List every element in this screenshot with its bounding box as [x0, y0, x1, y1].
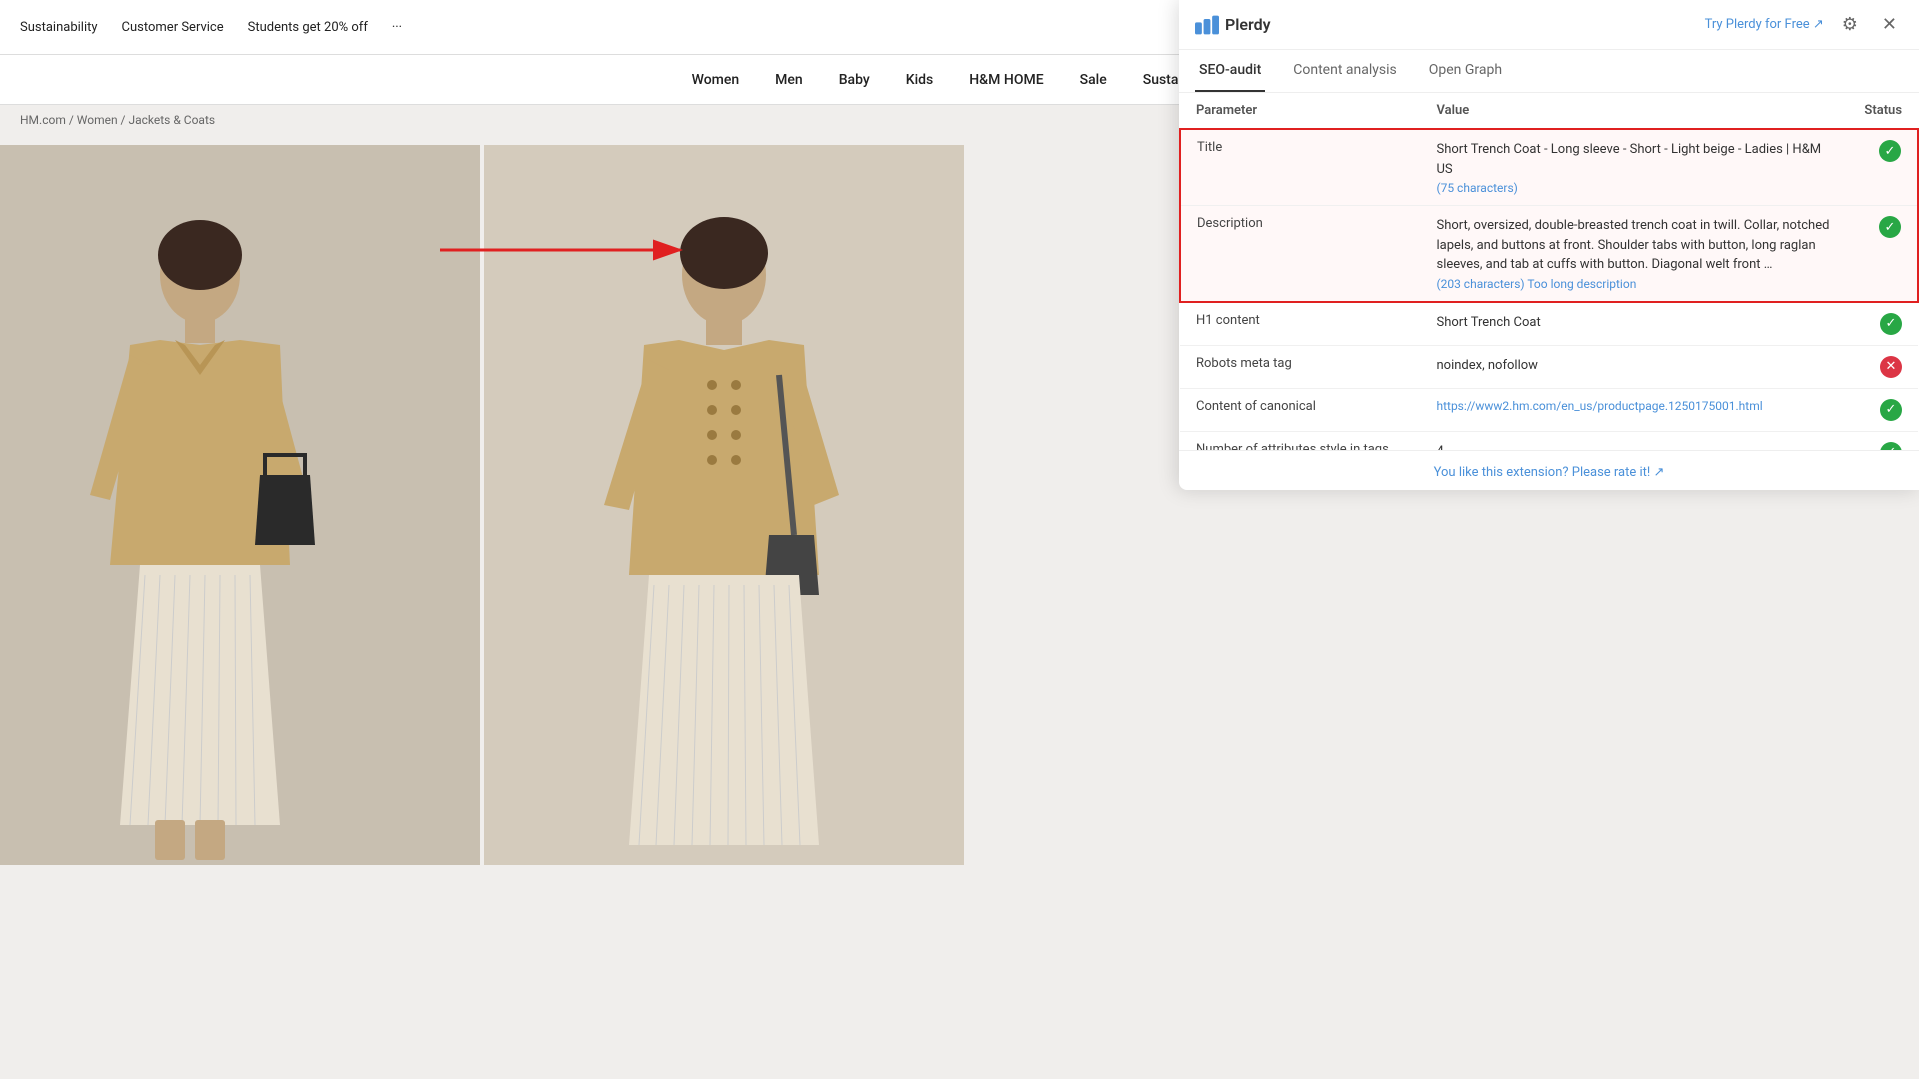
topbar-more[interactable]: ··· [392, 20, 402, 35]
row-value: noindex, nofollow [1420, 345, 1848, 388]
try-plerdy-link[interactable]: Try Plerdy for Free ↗ [1705, 17, 1824, 32]
plerdy-panel: Plerdy Try Plerdy for Free ↗ ⚙ ✕ SEO-aud… [1179, 0, 1919, 490]
table-row: TitleShort Trench Coat - Long sleeve - S… [1180, 129, 1918, 206]
row-parameter: H1 content [1180, 302, 1420, 346]
tab-content-analysis[interactable]: Content analysis [1289, 50, 1400, 92]
plerdy-footer: You like this extension? Please rate it!… [1179, 450, 1919, 490]
plerdy-header: Plerdy Try Plerdy for Free ↗ ⚙ ✕ [1179, 0, 1919, 50]
nav-sale[interactable]: Sale [1080, 72, 1107, 88]
row-parameter: Robots meta tag [1180, 345, 1420, 388]
col-value: Value [1420, 93, 1848, 129]
row-status: ✓ [1848, 129, 1918, 206]
plerdy-logo: Plerdy [1195, 15, 1271, 35]
table-row: Robots meta tagnoindex, nofollow✕ [1180, 345, 1918, 388]
product-image-2 [484, 145, 964, 865]
table-row: DescriptionShort, oversized, double-brea… [1180, 206, 1918, 302]
tab-seo-audit[interactable]: SEO-audit [1195, 50, 1265, 92]
col-status: Status [1848, 93, 1918, 129]
topbar-sustainability[interactable]: Sustainability [20, 20, 98, 35]
table-row: Number of attributes style in tags4✓ [1180, 431, 1918, 450]
nav-men[interactable]: Men [775, 72, 803, 88]
rate-extension-link[interactable]: You like this extension? Please rate it!… [1434, 465, 1665, 480]
hm-page: Sustainability Customer Service Students… [0, 0, 1919, 1079]
plerdy-tabs: SEO-audit Content analysis Open Graph [1179, 50, 1919, 93]
nav-baby[interactable]: Baby [839, 72, 870, 88]
row-status: ✓ [1848, 431, 1918, 450]
plerdy-table: Parameter Value Status TitleShort Trench… [1179, 93, 1919, 450]
nav-home[interactable]: H&M HOME [969, 72, 1043, 88]
col-parameter: Parameter [1180, 93, 1420, 129]
row-value: Short Trench Coat [1420, 302, 1848, 346]
row-value: https://www2.hm.com/en_us/productpage.12… [1420, 388, 1848, 431]
table-row: H1 contentShort Trench Coat✓ [1180, 302, 1918, 346]
topbar-customer-service[interactable]: Customer Service [122, 20, 224, 35]
row-value: Short, oversized, double-breasted trench… [1420, 206, 1848, 302]
nav-kids[interactable]: Kids [906, 72, 934, 88]
plerdy-header-right: Try Plerdy for Free ↗ ⚙ ✕ [1705, 12, 1903, 37]
table-row: Content of canonicalhttps://www2.hm.com/… [1180, 388, 1918, 431]
model-svg-1 [0, 145, 480, 865]
product-image-1 [0, 145, 480, 865]
row-status: ✓ [1848, 388, 1918, 431]
tab-open-graph[interactable]: Open Graph [1425, 50, 1506, 92]
row-parameter: Number of attributes style in tags [1180, 431, 1420, 450]
row-status: ✓ [1848, 206, 1918, 302]
model-svg-2 [484, 145, 964, 865]
plerdy-logo-text: Plerdy [1225, 15, 1271, 34]
plerdy-logo-icon [1195, 15, 1219, 35]
row-parameter: Content of canonical [1180, 388, 1420, 431]
row-value: Short Trench Coat - Long sleeve - Short … [1420, 129, 1848, 206]
close-button[interactable]: ✕ [1876, 12, 1903, 37]
row-status: ✓ [1848, 302, 1918, 346]
topbar-students[interactable]: Students get 20% off [248, 20, 368, 35]
settings-button[interactable]: ⚙ [1836, 12, 1864, 37]
row-parameter: Title [1180, 129, 1420, 206]
row-status: ✕ [1848, 345, 1918, 388]
row-parameter: Description [1180, 206, 1420, 302]
row-value: 4 [1420, 431, 1848, 450]
nav-women[interactable]: Women [692, 72, 740, 88]
